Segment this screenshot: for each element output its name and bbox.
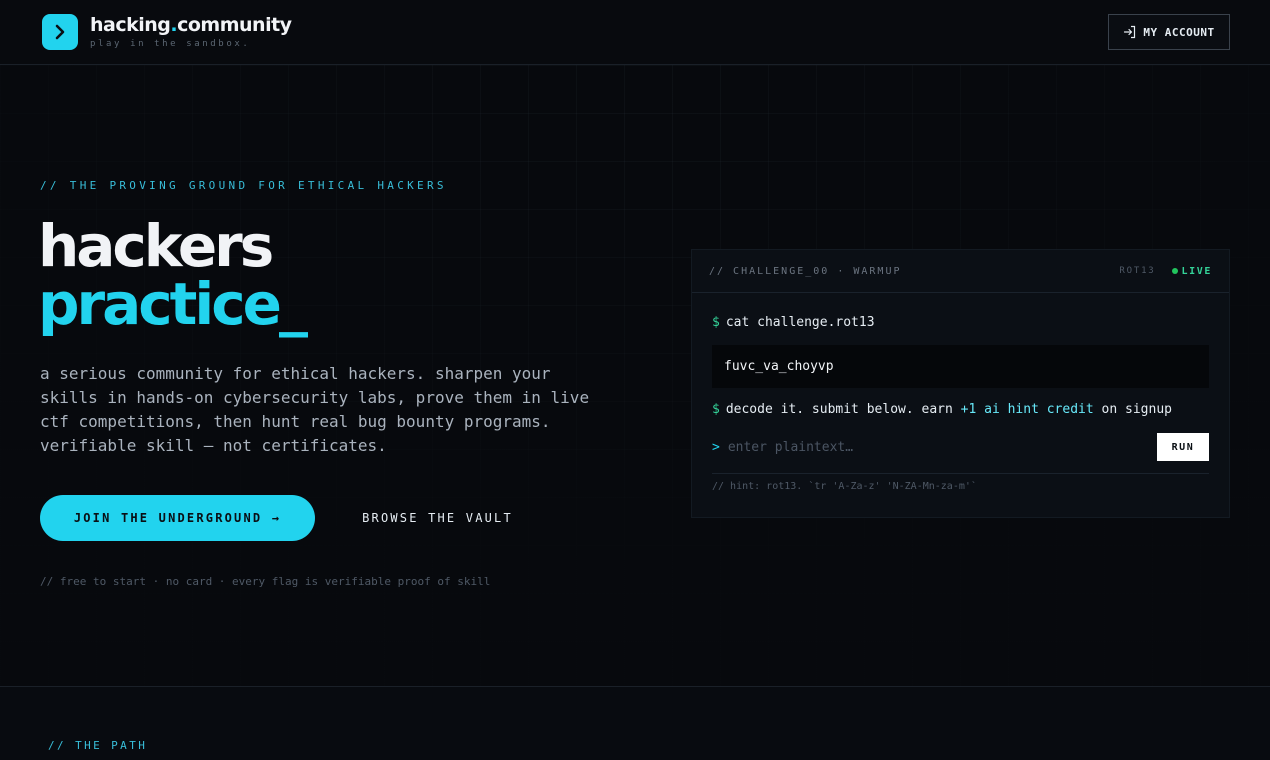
terminal-hint: // hint: rot13. `tr 'A-Za-z' 'N-ZA-Mn-za…	[712, 473, 1209, 492]
instruction-after: on signup	[1093, 402, 1172, 417]
path-section-label: // THE PATH	[48, 739, 148, 752]
join-underground-button[interactable]: JOIN THE UNDERGROUND →	[40, 495, 315, 541]
command-text: cat challenge.rot13	[725, 315, 875, 330]
ai-hint-credit: +1 ai hint credit	[960, 402, 1094, 417]
chevron-right-icon	[42, 14, 78, 50]
terminal-body: $ cat challenge.rot13 fuvc_va_choyvp $ dec…	[692, 293, 1229, 492]
live-status-dot	[1171, 268, 1178, 274]
instruction-before: decode it. submit below. earn	[725, 402, 961, 417]
prompt-symbol: $	[712, 315, 720, 330]
brand-name-tail: community	[177, 14, 292, 36]
my-account-button[interactable]: MY ACCOUNT	[1108, 14, 1230, 50]
brand-logo-link[interactable]: hacking.community play in the sandbox.	[42, 14, 292, 50]
hero-headline: hackers practice_	[38, 212, 308, 338]
top-navbar: hacking.community play in the sandbox. M…	[0, 0, 1270, 65]
command-line: $ cat challenge.rot13	[712, 313, 1209, 333]
headline-line-1: hackers	[38, 212, 274, 280]
hero-description: a serious community for ethical hackers.…	[40, 364, 590, 455]
hero-fineprint: // free to start · no card · every flag …	[40, 575, 491, 588]
terminal-header: // CHALLENGE_00 · WARMUP ROT13 LIVE	[692, 250, 1229, 293]
hero-eyebrow: // THE PROVING GROUND FOR ETHICAL HACKER…	[40, 179, 447, 192]
path-section: // THE PATH	[0, 686, 1270, 760]
prompt-symbol: $	[712, 402, 720, 417]
hero-section: // THE PROVING GROUND FOR ETHICAL HACKER…	[0, 65, 1270, 686]
plaintext-input[interactable]	[727, 433, 1157, 461]
brand-name-main: hacking	[90, 14, 171, 36]
my-account-label: MY ACCOUNT	[1143, 25, 1215, 39]
run-button[interactable]: RUN	[1157, 433, 1209, 461]
page: hacking.community play in the sandbox. M…	[0, 0, 1270, 760]
ciphertext-box: fuvc_va_choyvp	[712, 345, 1209, 388]
terminal-meta: ROT13 LIVE	[1119, 266, 1212, 277]
cipher-tag: ROT13	[1119, 266, 1156, 276]
live-status-label: LIVE	[1181, 265, 1212, 277]
plaintext-input-row: > RUN	[712, 433, 1209, 461]
brand-text: hacking.community play in the sandbox.	[90, 14, 292, 50]
decode-instruction: $ decode it. submit below. earn +1 ai hin…	[712, 400, 1209, 420]
ciphertext-value: fuvc_va_choyvp	[724, 359, 834, 374]
input-caret: >	[712, 439, 720, 455]
brand-name: hacking.community	[90, 14, 292, 36]
browse-vault-button[interactable]: BROWSE THE VAULT	[350, 495, 525, 541]
brand-tagline: play in the sandbox.	[90, 39, 251, 49]
sign-in-icon	[1124, 25, 1136, 39]
challenge-terminal-card: // CHALLENGE_00 · WARMUP ROT13 LIVE $ cat…	[691, 249, 1230, 518]
headline-line-2: practice_	[38, 270, 308, 338]
terminal-title: // CHALLENGE_00 · WARMUP	[709, 265, 902, 277]
